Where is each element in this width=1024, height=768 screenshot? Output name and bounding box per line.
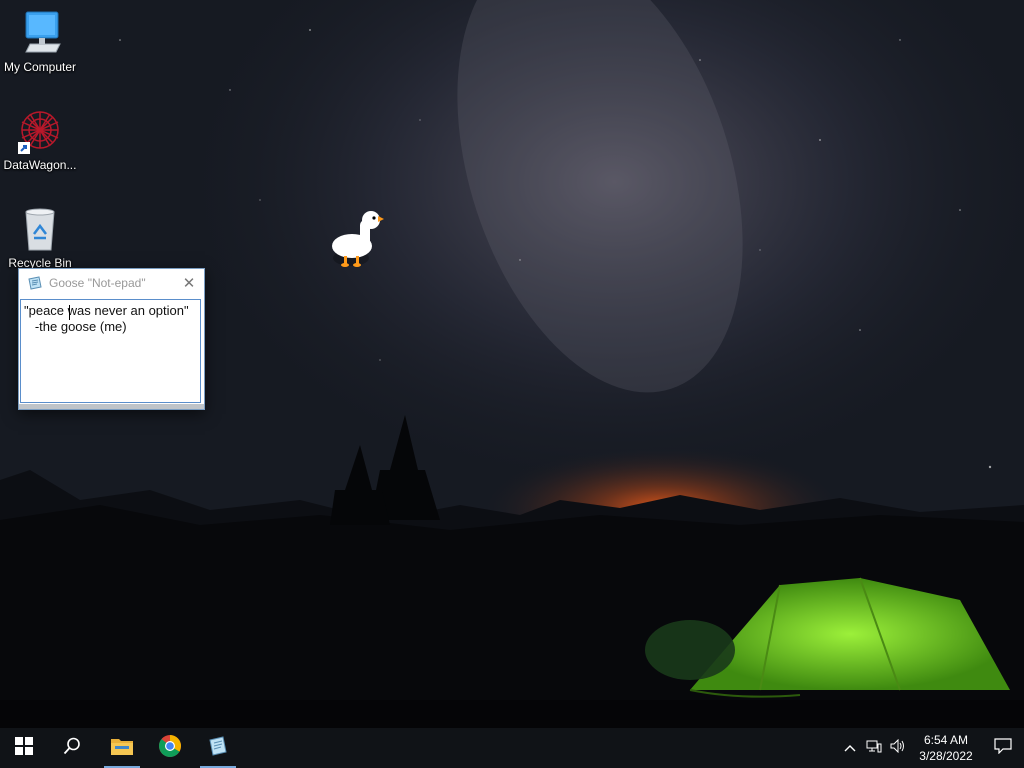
close-icon: ✕ [182,275,196,292]
search-button[interactable] [48,728,96,768]
search-icon [63,737,81,760]
text-line: -the goose (me) [24,319,127,334]
clock-date: 3/28/2022 [919,749,973,763]
chevron-up-icon [844,739,856,757]
datawagon-shortcut-icon [16,108,64,156]
desktop-icon-label: DataWagon... [3,158,77,172]
desktop-icon-datawagon[interactable]: DataWagon... [0,108,80,172]
desktop-icon-label: My Computer [3,60,77,74]
clock-time: 6:54 AM [923,733,969,747]
chrome-icon [158,734,182,763]
desktop-icon-recycle-bin[interactable]: Recycle Bin [0,206,80,270]
notification-icon [994,737,1012,759]
folder-icon [110,736,134,761]
goose-notepad-taskbar-button[interactable] [194,728,242,768]
text-caret [69,305,70,320]
network-button[interactable] [862,728,886,768]
window-title: Goose "Not-epad" [49,276,146,290]
windows-logo-icon [15,736,33,760]
notepad-icon [27,275,43,291]
taskbar: 6:54 AM 3/28/2022 [0,728,1024,768]
recycle-bin-icon [16,206,64,254]
notepad-icon [207,735,229,762]
text-line: "peace was never an option" [24,303,189,318]
start-button[interactable] [0,728,48,768]
window-titlebar[interactable]: Goose "Not-epad" ✕ [19,269,204,297]
show-hidden-icons-button[interactable] [838,728,862,768]
goose-sprite[interactable] [326,208,386,274]
chrome-button[interactable] [146,728,194,768]
action-center-button[interactable] [982,728,1024,768]
desktop-icon-my-computer[interactable]: My Computer [0,10,80,74]
network-icon [866,739,882,758]
goose-notepad-window[interactable]: Goose "Not-epad" ✕ "peace was never an o… [18,268,205,410]
speaker-icon [890,738,906,758]
file-explorer-button[interactable] [98,728,146,768]
window-bottom-edge [19,404,204,409]
my-computer-icon [16,10,64,58]
volume-button[interactable] [886,728,910,768]
taskbar-clock[interactable]: 6:54 AM 3/28/2022 [910,732,982,764]
notepad-text-area[interactable]: "peace was never an option" -the goose (… [20,299,201,403]
system-tray: 6:54 AM 3/28/2022 [838,728,1024,768]
close-button[interactable]: ✕ [174,269,204,297]
